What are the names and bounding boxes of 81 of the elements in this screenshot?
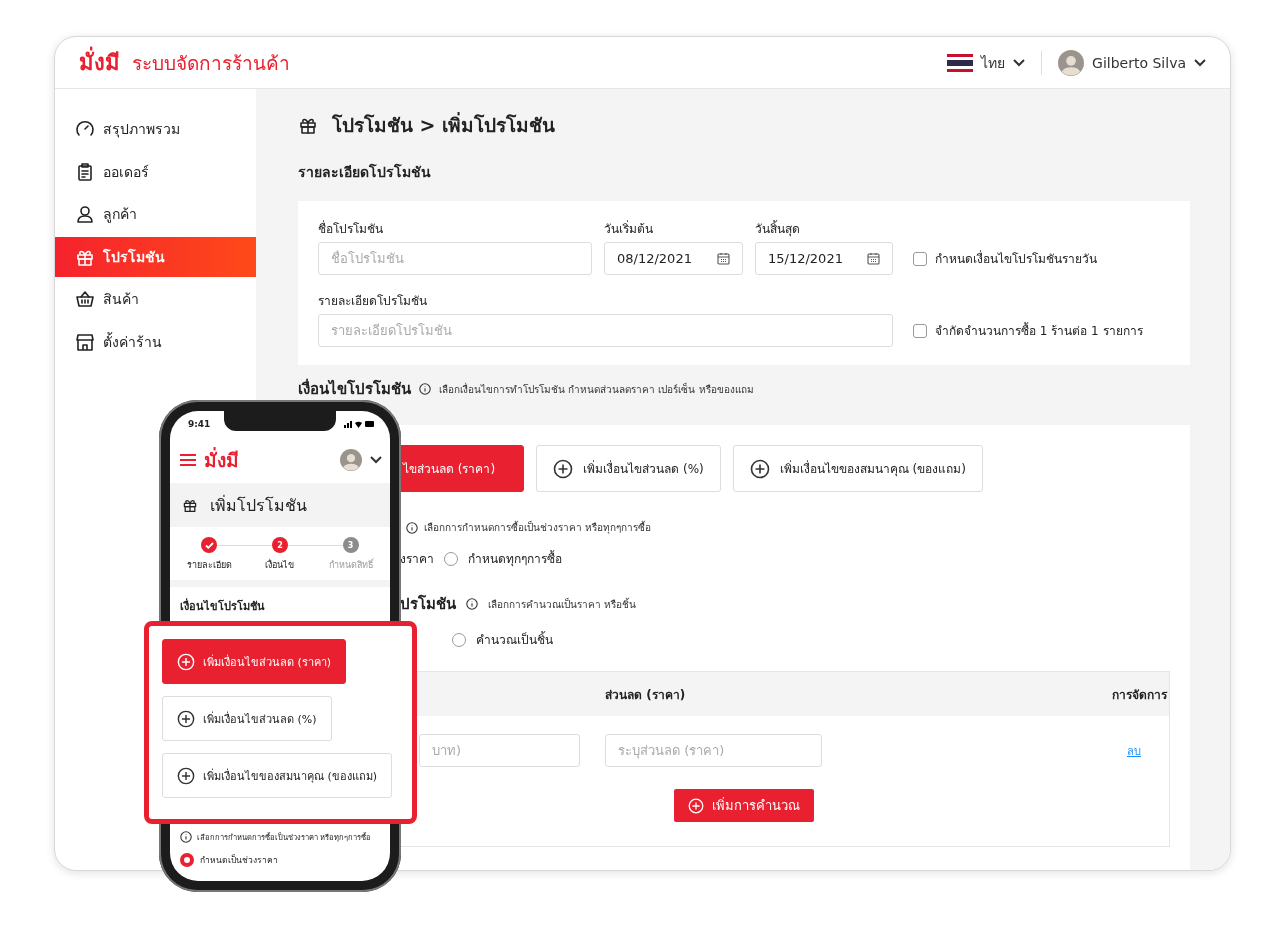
section-title: ปรโมชัน: [400, 594, 456, 615]
sidebar-item[interactable]: ตั้งค่าร้าน: [55, 321, 256, 362]
chevron-down-icon: [1194, 58, 1206, 67]
info-icon: [406, 521, 418, 534]
radio-label: คำนวณเป็นชิ้น: [476, 630, 553, 649]
sidebar-item[interactable]: สินค้า: [55, 279, 256, 319]
column-header: การจัดการ: [1112, 686, 1169, 704]
add-condition-button[interactable]: เพิ่มเงื่อนไขส่วนลด (ราคา): [162, 639, 347, 684]
info-icon: [180, 831, 192, 843]
chevron-down-icon: [1013, 58, 1026, 67]
column-header: ส่วนลด (ราคา): [605, 686, 687, 704]
user-name[interactable]: Gilberto Silva: [1092, 54, 1186, 71]
status-time: 9:41: [188, 419, 211, 429]
section-title: รายละเอียดโปรโมชัน: [298, 162, 432, 182]
sidebar-item[interactable]: ออเดอร์: [55, 151, 256, 192]
flag-icon: [947, 53, 974, 72]
radio-label: งราคา: [400, 551, 434, 568]
step-label: กำหนดสิทธิ์: [328, 558, 373, 572]
field-label: รายละเอียดโปรโมชัน: [318, 293, 428, 310]
plus-circle-icon: [749, 458, 770, 479]
checkbox-label: จำกัดจำนวนการซื้อ 1 ร้านต่อ 1 รายการ: [935, 321, 1143, 340]
info-icon: [466, 598, 478, 610]
detail-input-field[interactable]: รายละเอียดโปรโมชัน: [318, 314, 893, 347]
section-title: เงื่อนไขโปรโมชัน: [298, 377, 411, 400]
brand-logo: มั่งมี: [79, 45, 120, 80]
brand-logo: มั่งมี: [204, 446, 239, 473]
field-label: ชื่อโปรโมชัน: [318, 219, 384, 238]
step-label: เงื่อนไข: [265, 558, 295, 572]
sidebar-item[interactable]: สรุปภาพรวม: [55, 109, 256, 149]
info-icon: [419, 383, 431, 395]
status-icons: [344, 420, 374, 428]
plus-circle-icon: [177, 709, 195, 728]
check-icon: [204, 541, 214, 549]
section-title: เงื่อนไขโปรโมชัน: [179, 597, 266, 615]
plus-circle-icon: [688, 797, 704, 814]
discount-input-field[interactable]: ระบุส่วนลด (ราคา): [605, 734, 822, 767]
step-label: รายละเอียด: [186, 559, 232, 572]
gauge-icon: [75, 119, 95, 139]
start-date-field[interactable]: 08/12/2021: [604, 242, 743, 275]
avatar-icon: [340, 449, 362, 471]
avatar-icon: [1058, 49, 1085, 76]
field-label: วันสิ้นสุด: [755, 219, 801, 238]
store-icon: [75, 331, 95, 352]
gift-icon: [182, 497, 198, 513]
radio-label: กำหนดทุกๆการซื้อ: [468, 549, 562, 568]
step-indicator: 2: [272, 537, 288, 553]
add-condition-button[interactable]: เพิ่มเงื่อนไขส่วนลด (%): [536, 445, 721, 492]
price-input-field[interactable]: บาท): [419, 734, 580, 767]
add-calculation-button[interactable]: เพิ่มการคำนวณ: [674, 789, 814, 822]
language-selector[interactable]: ไทย: [981, 51, 1006, 74]
hint-text: เลือกการคำนวณเป็นราคา หรือชิ้น: [488, 596, 637, 612]
checkbox[interactable]: [913, 323, 927, 338]
add-condition-button[interactable]: ไขส่วนลด (ราคา): [398, 445, 525, 492]
step-indicator: 3: [342, 537, 359, 553]
calendar-icon: [867, 252, 880, 265]
field-label: วันเริ่มต้น: [604, 219, 654, 238]
chevron-down-icon: [370, 456, 382, 464]
radio-label: กำหนดเป็นช่วงราคา: [200, 853, 278, 867]
checkbox[interactable]: [913, 251, 927, 266]
user-icon: [75, 204, 95, 224]
basket-icon: [75, 289, 95, 309]
page-breadcrumb: โปรโมชัน > เพิ่มโปรโมชัน: [332, 111, 556, 138]
checkbox-label: กำหนดเงื่อนไขโปรโมชันรายวัน: [935, 249, 1097, 268]
plus-circle-icon: [553, 458, 574, 479]
sidebar-item[interactable]: โปรโมชัน: [55, 236, 256, 277]
app-title: ระบบจัดการร้านค้า: [132, 50, 290, 76]
name-input-field[interactable]: ชื่อโปรโมชัน: [318, 242, 592, 275]
add-condition-button[interactable]: เพิ่มเงื่อนไขของสมนาคุณ (ของแถม): [162, 753, 393, 798]
menu-icon[interactable]: [180, 454, 196, 466]
radio-button[interactable]: [180, 853, 194, 867]
add-condition-button[interactable]: เพิ่มเงื่อนไขของสมนาคุณ (ของแถม): [732, 445, 983, 492]
hint-text: เลือกเงื่อนไขการทำโปรโมชัน กำหนดส่วนลดราคา เปอร์เซ็น หรือของแถม: [439, 381, 754, 397]
plus-circle-icon: [177, 766, 195, 785]
add-condition-button[interactable]: เพิ่มเงื่อนไขส่วนลด (%): [162, 696, 332, 741]
clipboard-icon: [75, 161, 95, 182]
hint-text: เลือกการกำหนดการซื้อเป็นช่วงราคา หรือทุกๆการซื้อ: [424, 520, 652, 535]
sidebar-item[interactable]: ลูกค้า: [55, 194, 256, 234]
end-date-field[interactable]: 15/12/2021: [755, 242, 893, 275]
calendar-icon: [717, 252, 730, 265]
plus-circle-icon: [177, 652, 195, 671]
page-title: เพิ่มโปรโมชัน: [210, 494, 307, 517]
